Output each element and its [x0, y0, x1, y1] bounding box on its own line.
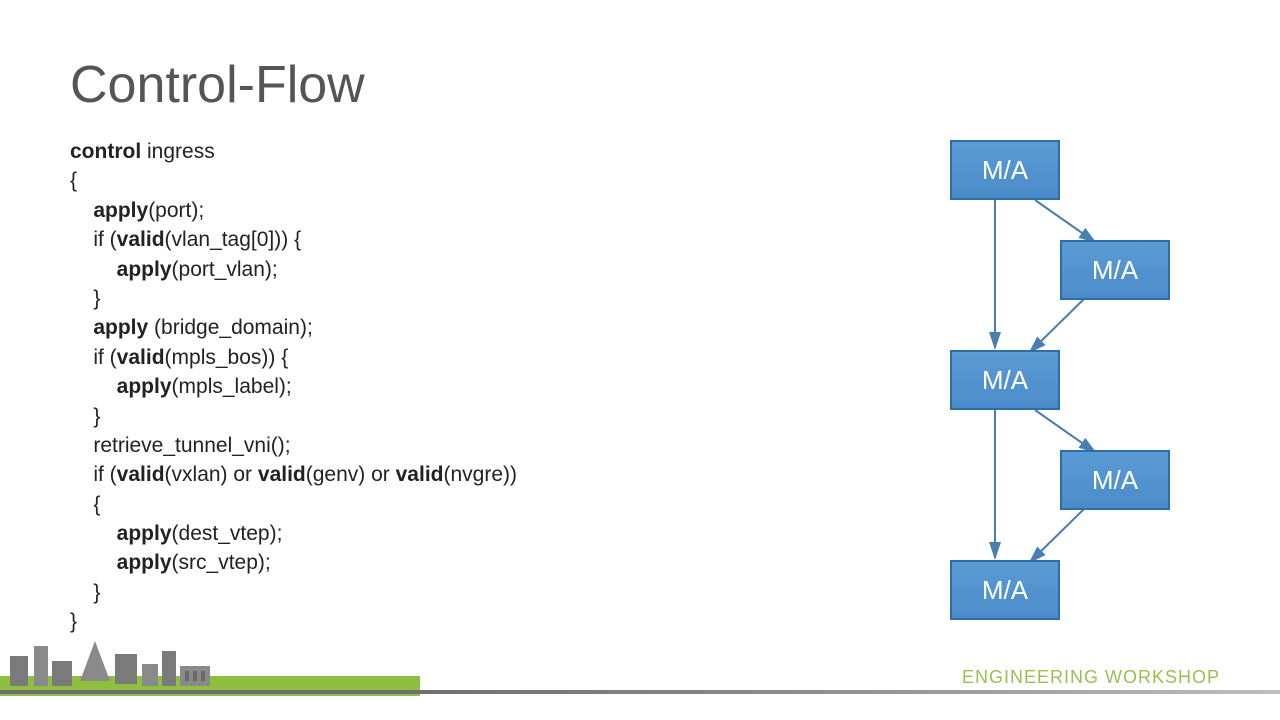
slide-title: Control-Flow	[70, 55, 1210, 115]
ma-box-5: M/A	[950, 560, 1060, 620]
ma-box-3: M/A	[950, 350, 1060, 410]
footer-divider	[0, 690, 1280, 694]
ma-box-4: M/A	[1060, 450, 1170, 510]
skyline-graphic	[0, 626, 420, 696]
slide: Control-Flow control ingress { apply(por…	[0, 0, 1280, 720]
ma-box-1: M/A	[950, 140, 1060, 200]
footer-label: ENGINEERING WORKSHOP	[962, 667, 1220, 688]
ma-box-2: M/A	[1060, 240, 1170, 300]
flow-diagram: M/A M/A M/A M/A M/A	[940, 140, 1220, 620]
